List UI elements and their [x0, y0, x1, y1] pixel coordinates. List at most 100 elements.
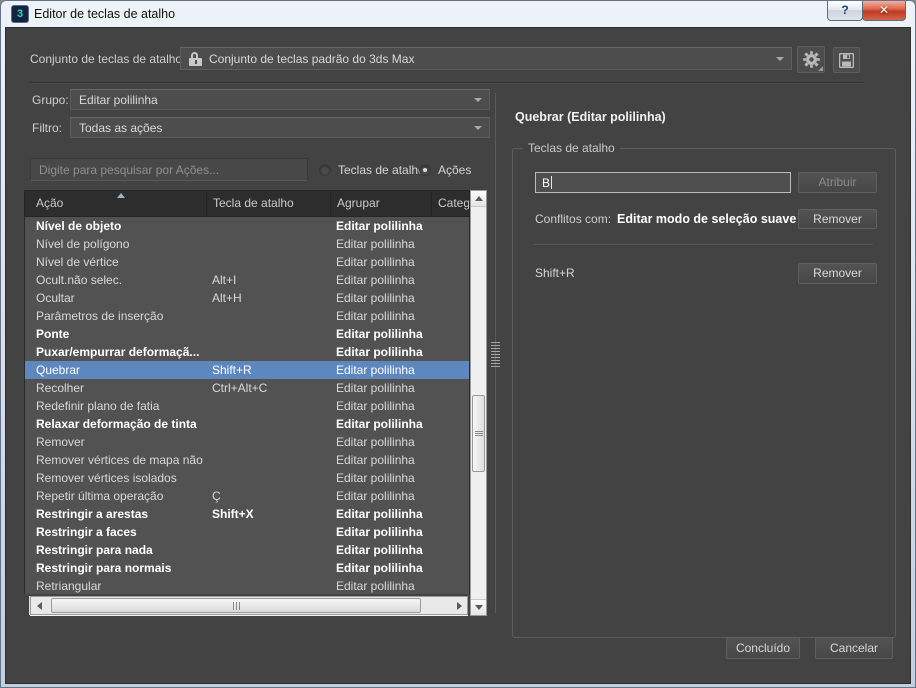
table-row[interactable]: Redefinir plano de fatia Editar polilinha — [25, 397, 469, 415]
table-cell: Restringir para nada — [36, 543, 153, 557]
table-cell: Editar polilinha — [336, 417, 423, 431]
table-cell: Editar polilinha — [336, 381, 415, 395]
table-cell: Ocultar — [36, 291, 75, 305]
table-row[interactable]: Parâmetros de inserção Editar polilinha — [25, 307, 469, 325]
table-row[interactable]: Restringir para nada Editar polilinha — [25, 541, 469, 559]
groupbox-divider — [533, 244, 873, 245]
column-header-group[interactable]: Agrupar — [330, 191, 431, 216]
filter-dropdown[interactable]: Todas as ações — [70, 117, 490, 138]
table-row[interactable]: Restringir a faces Editar polilinha — [25, 523, 469, 541]
table-row[interactable]: Remover Editar polilinha — [25, 433, 469, 451]
table-cell: Restringir a arestas — [36, 507, 149, 521]
table-cell: Parâmetros de inserção — [36, 309, 164, 323]
column-header-shortcut[interactable]: Tecla de atalho — [206, 191, 330, 216]
table-cell: Ocult.não selec. — [36, 273, 123, 287]
table-row[interactable]: Puxar/empurrar deformaçã... Editar polili… — [25, 343, 469, 361]
radio-actions[interactable]: Ações — [419, 163, 471, 177]
3ds-max-app-icon: 3 — [12, 6, 28, 22]
hotkeys-groupbox: Teclas de atalho B Atribuir Conflitos co… — [512, 141, 896, 638]
hotkey-input-value: B — [542, 175, 551, 190]
splitter-grip-icon[interactable] — [491, 342, 500, 368]
lock-icon — [189, 51, 202, 66]
table-cell: Nível de vértice — [36, 255, 119, 269]
scroll-left-button[interactable] — [31, 597, 47, 614]
horizontal-scrollbar-thumb[interactable] — [51, 598, 421, 613]
radio-hotkeys[interactable]: Teclas de atalho — [319, 163, 425, 177]
table-row[interactable]: Repetir última operação Ç Editar polilinha — [25, 487, 469, 505]
table-row[interactable]: Ocult.não selec. Alt+I Editar polilinha — [25, 271, 469, 289]
cancel-button[interactable]: Cancelar — [815, 637, 893, 659]
table-row[interactable]: Nível de objeto Editar polilinha — [25, 217, 469, 235]
column-header-category[interactable]: Categoria — [431, 191, 469, 216]
table-cell: Editar polilinha — [336, 219, 423, 233]
done-button[interactable]: Concluído — [726, 637, 800, 659]
table-cell: Repetir última operação — [36, 489, 164, 503]
table-cell — [206, 253, 330, 271]
action-table-body: Nível de objeto Editar polilinha Nível de … — [24, 217, 470, 594]
table-cell — [206, 343, 330, 361]
table-cell: Editar polilinha — [336, 543, 423, 557]
top-separator — [30, 82, 864, 83]
conflicts-label: Conflitos com: — [535, 212, 612, 226]
remove-shortcut-button[interactable]: Remover — [798, 263, 877, 284]
radio-hotkeys-label: Teclas de atalho — [338, 163, 425, 177]
table-row[interactable]: Relaxar deformação de tinta Editar polili… — [25, 415, 469, 433]
table-cell: Editar polilinha — [336, 273, 415, 287]
group-dropdown[interactable]: Editar polilinha — [70, 89, 490, 110]
table-row[interactable]: Restringir a arestas Shift+X Editar polili… — [25, 505, 469, 523]
column-header-action[interactable]: Ação — [25, 191, 206, 216]
triangle-left-icon — [36, 601, 42, 610]
table-cell: Editar polilinha — [336, 453, 415, 467]
search-input[interactable]: Digite para pesquisar por Ações... — [30, 158, 308, 181]
save-button[interactable] — [833, 47, 860, 73]
table-cell: Editar polilinha — [336, 309, 415, 323]
chevron-down-icon — [474, 125, 482, 130]
group-label: Grupo: — [32, 93, 69, 107]
close-button[interactable]: ✕ — [862, 1, 906, 21]
table-cell: Editar polilinha — [336, 291, 415, 305]
action-table: Ação Tecla de atalho Agrupar Categoria N… — [24, 190, 470, 594]
table-header[interactable]: Ação Tecla de atalho Agrupar Categoria — [24, 190, 470, 217]
vertical-scrollbar-thumb[interactable] — [472, 395, 485, 472]
vertical-scrollbar[interactable] — [470, 190, 487, 616]
table-row[interactable]: Ponte Editar polilinha — [25, 325, 469, 343]
table-cell — [206, 469, 330, 487]
horizontal-scrollbar[interactable] — [30, 596, 468, 615]
table-cell: Editar polilinha — [336, 345, 423, 359]
table-row[interactable]: Remover vértices de mapa não u... Editar … — [25, 451, 469, 469]
scroll-down-button[interactable] — [471, 599, 486, 615]
gear-icon — [802, 51, 820, 68]
chevron-down-icon — [474, 97, 482, 102]
table-row[interactable]: Ocultar Alt+H Editar polilinha — [25, 289, 469, 307]
table-cell: Editar polilinha — [336, 399, 415, 413]
hotkey-capture-input[interactable]: B — [535, 172, 791, 193]
scroll-right-button[interactable] — [451, 597, 467, 614]
table-row[interactable]: Retriangular Editar polilinha — [25, 577, 469, 594]
table-cell: Editar polilinha — [336, 471, 415, 485]
titlebar[interactable]: 3 Editor de teclas de atalho ? ✕ — [5, 1, 911, 27]
radio-icon — [319, 164, 331, 176]
table-cell: Nível de objeto — [36, 219, 122, 233]
table-row[interactable]: Nível de polígono Editar polilinha — [25, 235, 469, 253]
scroll-up-button[interactable] — [471, 191, 486, 207]
table-cell — [206, 577, 330, 594]
table-cell: Restringir a faces — [36, 525, 137, 539]
table-cell: Recolher — [36, 381, 85, 395]
table-cell: Editar polilinha — [336, 579, 415, 593]
table-cell — [206, 235, 330, 253]
table-row[interactable]: Restringir para normais Editar polilinha — [25, 559, 469, 577]
help-button[interactable]: ? — [827, 1, 863, 21]
table-cell: Editar polilinha — [336, 489, 415, 503]
assign-button[interactable]: Atribuir — [798, 172, 877, 193]
table-cell: Quebrar — [36, 363, 81, 377]
hotkey-set-dropdown[interactable]: Conjunto de teclas padrão do 3ds Max — [180, 47, 792, 70]
remove-conflict-button[interactable]: Remover — [798, 209, 877, 229]
table-row[interactable]: Quebrar Shift+R Editar polilinha — [25, 361, 469, 379]
table-cell: Redefinir plano de fatia — [36, 399, 160, 413]
hotkey-editor-window: 3 Editor de teclas de atalho ? ✕ Conjunt… — [0, 0, 916, 688]
settings-button[interactable] — [797, 46, 825, 73]
table-cell: Editar polilinha — [336, 561, 423, 575]
table-row[interactable]: Nível de vértice Editar polilinha — [25, 253, 469, 271]
table-row[interactable]: Remover vértices isolados Editar polilinh… — [25, 469, 469, 487]
table-row[interactable]: Recolher Ctrl+Alt+C Editar polilinha — [25, 379, 469, 397]
